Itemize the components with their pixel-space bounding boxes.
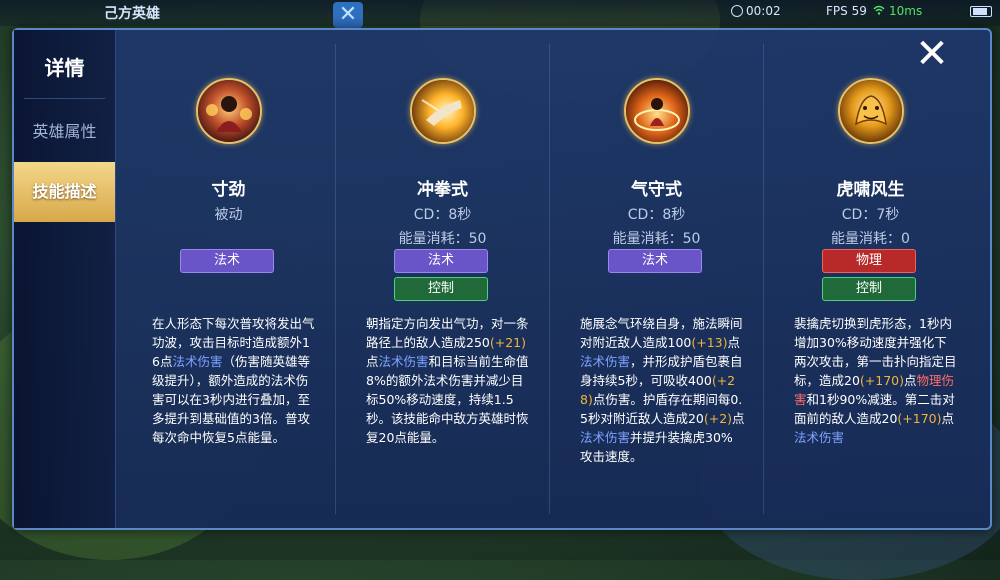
skill-cooldown: CD：7秒: [841, 207, 900, 223]
sidebar-title: 详情: [44, 56, 85, 80]
scaling-value: (+170): [897, 411, 942, 426]
skill-cooldown: CD：8秒: [627, 207, 686, 223]
skill-card-1: 冲拳式 CD：8秒 能量消耗：50 法术 控制 朝指定方向发出气功，对一条路径上…: [336, 30, 549, 528]
skill-card-passive: 寸劲 被动 法术 在人形态下每次普攻将发出气功波，攻击目标时造成额外16点法术伤…: [122, 30, 335, 528]
sidebar: 详情 英雄属性 技能描述: [14, 30, 116, 528]
skill-description: 裴擒虎切换到虎形态，1秒内增加30%移动速度并强化下两次攻击，第一击扑向指定目标…: [794, 314, 959, 447]
divider: [24, 98, 105, 99]
tag-magic: 法术: [180, 249, 274, 273]
skill-card-2: 气守式 CD：8秒 能量消耗：50 法术 施展念气环绕自身，施法瞬间对附近敌人造…: [550, 30, 763, 528]
magic-damage-term: 法术伤害: [580, 430, 631, 445]
skill-energy-cost: 能量消耗：50: [398, 231, 487, 247]
tag-control: 控制: [822, 277, 916, 301]
description-text: 点: [732, 411, 745, 426]
skill-card-ultimate: 虎啸风生 CD：7秒 能量消耗：0 物理 控制 裴擒虎切换到虎形态，1秒内增加3…: [764, 30, 977, 528]
tag-magic: 法术: [608, 249, 702, 273]
magic-damage-term: 法术伤害: [172, 354, 223, 369]
detail-panel: 详情 英雄属性 技能描述 ✕ 寸劲 被动 法术 在人形态下每次普攻将发出气功波，…: [12, 28, 992, 530]
hud-top-bar: 己方英雄 ✕ 00:02 FPS 59 10ms: [0, 0, 1000, 28]
tag-physical: 物理: [822, 249, 916, 273]
wifi-icon: [873, 5, 885, 15]
skill-ultimate-icon[interactable]: [838, 78, 904, 144]
skill-cooldown: CD：8秒: [413, 207, 472, 223]
skill-energy-cost: 能量消耗：0: [831, 231, 910, 247]
tab-hero-attributes[interactable]: 英雄属性: [14, 102, 115, 162]
tab-skill-description[interactable]: 技能描述: [14, 162, 115, 222]
magic-damage-term: 法术伤害: [378, 354, 429, 369]
skill-2-icon[interactable]: [624, 78, 690, 144]
hud-close-icon[interactable]: ✕: [333, 2, 363, 28]
scaling-value: (+21): [489, 335, 526, 350]
magic-damage-term: 法术伤害: [794, 430, 845, 445]
tab-label: 英雄属性: [32, 122, 97, 141]
skill-description: 朝指定方向发出气功，对一条路径上的敌人造成250(+21)点法术伤害和目标当前生…: [366, 314, 531, 447]
tab-label: 技能描述: [32, 182, 97, 201]
game-clock: 00:02: [746, 4, 781, 18]
description-text: 点: [904, 373, 917, 388]
fps-readout: FPS 59: [826, 4, 867, 18]
tag-control: 控制: [394, 277, 488, 301]
skill-name: 气守式: [631, 180, 682, 200]
skill-1-icon[interactable]: [410, 78, 476, 144]
skill-type: 被动: [214, 207, 243, 223]
team-heroes-title: 己方英雄: [104, 6, 160, 22]
skill-description: 施展念气环绕自身，施法瞬间对附近敌人造成100(+13)点法术伤害，并形成护盾包…: [580, 314, 745, 466]
skill-name: 冲拳式: [417, 180, 468, 200]
battery-icon: [970, 6, 992, 17]
skill-passive-icon[interactable]: [196, 78, 262, 144]
skill-energy-cost: 能量消耗：50: [612, 231, 701, 247]
scaling-value: (+13): [691, 335, 728, 350]
ping-readout: 10ms: [889, 4, 923, 18]
description-text: 点: [366, 354, 379, 369]
description-text: 点: [727, 335, 741, 350]
magic-damage-term: 法术伤害: [580, 354, 631, 369]
tag-magic: 法术: [394, 249, 488, 273]
description-text: 点: [941, 411, 955, 426]
skill-name: 寸劲: [211, 180, 246, 200]
scaling-value: (+2): [703, 411, 733, 426]
scaling-value: (+170): [859, 373, 904, 388]
skill-description: 在人形态下每次普攻将发出气功波，攻击目标时造成额外16点法术伤害（伤害随英雄等级…: [152, 314, 317, 447]
skill-name: 虎啸风生: [836, 180, 905, 200]
clock-icon: [731, 5, 743, 17]
